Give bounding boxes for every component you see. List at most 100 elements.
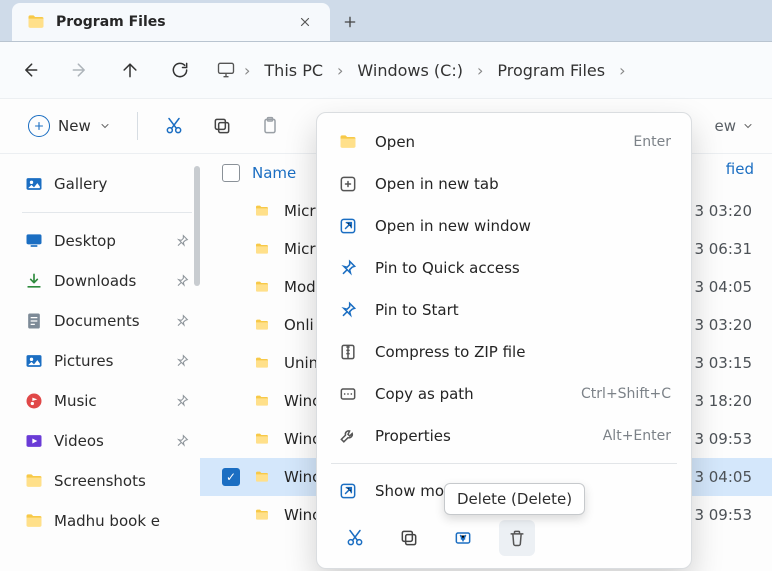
- tab-program-files[interactable]: Program Files: [12, 3, 330, 41]
- show-more-icon: [337, 480, 359, 502]
- file-date: 3 03:20: [694, 202, 752, 220]
- up-button[interactable]: [108, 50, 152, 90]
- plus-circle-icon: [28, 115, 50, 137]
- chevron-down-icon: [99, 120, 111, 132]
- sidebar-item-label: Music: [54, 392, 97, 410]
- external-icon: [337, 215, 359, 237]
- crumb-this-pc[interactable]: This PC: [258, 57, 329, 84]
- ctx-item-label: Pin to Start: [375, 301, 459, 319]
- nav-row: › This PC › Windows (C:) › Program Files…: [0, 42, 772, 98]
- pin-icon[interactable]: [174, 353, 190, 369]
- file-date: 3 09:53: [694, 506, 752, 524]
- ctx-item-label: Copy as path: [375, 385, 474, 403]
- separator: [22, 212, 192, 213]
- crumb-program-files[interactable]: Program Files: [491, 57, 611, 84]
- column-header-name[interactable]: Name: [252, 164, 296, 182]
- ctx-copy-button[interactable]: [391, 520, 427, 556]
- sidebar-item-screenshots[interactable]: Screenshots: [18, 461, 196, 501]
- breadcrumb: › This PC › Windows (C:) › Program Files…: [208, 57, 630, 84]
- view-button[interactable]: ew: [715, 117, 755, 135]
- ctx-shortcut: Ctrl+Shift+C: [581, 386, 671, 402]
- path-icon: [337, 383, 359, 405]
- newtab-icon: [337, 173, 359, 195]
- chevron-right-icon: ›: [333, 61, 347, 80]
- select-all-checkbox[interactable]: [222, 164, 240, 182]
- row-checkbox[interactable]: ✓: [222, 468, 240, 486]
- folder-icon: [24, 471, 44, 491]
- pin-icon[interactable]: [174, 433, 190, 449]
- sidebar-item-label: Pictures: [54, 352, 113, 370]
- ctx-rename-button[interactable]: [445, 520, 481, 556]
- file-date: 3 03:15: [694, 354, 752, 372]
- ctx-delete-button[interactable]: [499, 520, 535, 556]
- sidebar-item-pictures[interactable]: Pictures: [18, 341, 196, 381]
- folder-icon: [252, 393, 272, 409]
- sidebar-item-music[interactable]: Music: [18, 381, 196, 421]
- refresh-button[interactable]: [158, 50, 202, 90]
- sidebar-item-label: Madhu book e: [54, 512, 160, 530]
- sidebar-item-label: Downloads: [54, 272, 136, 290]
- ctx-shortcut: Enter: [633, 134, 671, 150]
- ctx-pin-to-start[interactable]: Pin to Start: [323, 289, 685, 331]
- close-icon[interactable]: [294, 11, 316, 33]
- new-label: New: [58, 117, 91, 135]
- folder-icon: [252, 317, 272, 333]
- new-tab-button[interactable]: [330, 3, 370, 41]
- folder-icon: [24, 511, 44, 531]
- column-header-date[interactable]: fied: [726, 160, 754, 178]
- videos-icon: [24, 431, 44, 451]
- sidebar-item-downloads[interactable]: Downloads: [18, 261, 196, 301]
- ctx-pin-to-quick-access[interactable]: Pin to Quick access: [323, 247, 685, 289]
- gallery-icon: [24, 174, 44, 194]
- paste-button[interactable]: [250, 106, 290, 146]
- pin-icon: [337, 299, 359, 321]
- ctx-item-label: Compress to ZIP file: [375, 343, 525, 361]
- ctx-open[interactable]: OpenEnter: [323, 121, 685, 163]
- ctx-item-label: Show mo: [375, 482, 444, 500]
- separator: [331, 463, 677, 464]
- pictures-icon: [24, 351, 44, 371]
- ctx-copy-as-path[interactable]: Copy as path Ctrl+Shift+C: [323, 373, 685, 415]
- desktop-icon: [24, 231, 44, 251]
- monitor-icon[interactable]: [216, 60, 236, 80]
- folder-icon: [26, 12, 46, 32]
- copy-button[interactable]: [202, 106, 242, 146]
- pin-icon[interactable]: [174, 313, 190, 329]
- ctx-open-in-new-tab[interactable]: Open in new tab: [323, 163, 685, 205]
- sidebar-item-desktop[interactable]: Desktop: [18, 221, 196, 261]
- sidebar-item-documents[interactable]: Documents: [18, 301, 196, 341]
- ctx-compress-to-zip-file[interactable]: Compress to ZIP file: [323, 331, 685, 373]
- pin-icon[interactable]: [174, 233, 190, 249]
- chevron-right-icon: ›: [240, 61, 254, 80]
- crumb-windows-c[interactable]: Windows (C:): [351, 57, 469, 84]
- ctx-item-label: Properties: [375, 427, 451, 445]
- file-date: 3 03:20: [694, 316, 752, 334]
- folder-icon: [252, 279, 272, 295]
- ctx-icon-row: [323, 512, 685, 558]
- chevron-right-icon: ›: [473, 61, 487, 80]
- ctx-cut-button[interactable]: [337, 520, 373, 556]
- ctx-properties[interactable]: PropertiesAlt+Enter: [323, 415, 685, 457]
- sidebar-item-gallery[interactable]: Gallery: [18, 164, 196, 204]
- sidebar-item-label: Videos: [54, 432, 104, 450]
- forward-button[interactable]: [58, 50, 102, 90]
- pin-icon[interactable]: [174, 393, 190, 409]
- back-button[interactable]: [8, 50, 52, 90]
- new-button[interactable]: New: [18, 109, 121, 143]
- zip-icon: [337, 341, 359, 363]
- pin-icon[interactable]: [174, 273, 190, 289]
- sidebar-item-label: Gallery: [54, 175, 107, 193]
- sidebar-item-madhu-book-e[interactable]: Madhu book e: [18, 501, 196, 541]
- ctx-item-label: Open in new window: [375, 217, 531, 235]
- ctx-item-label: Pin to Quick access: [375, 259, 520, 277]
- sidebar-item-label: Documents: [54, 312, 140, 330]
- ctx-open-in-new-window[interactable]: Open in new window: [323, 205, 685, 247]
- sidebar: Gallery Desktop Downloads Documents Picture…: [0, 154, 200, 571]
- sidebar-item-videos[interactable]: Videos: [18, 421, 196, 461]
- file-date: 3 04:05: [694, 468, 752, 486]
- cut-button[interactable]: [154, 106, 194, 146]
- file-date: 3 09:53: [694, 430, 752, 448]
- file-date: 3 04:05: [694, 278, 752, 296]
- folder-icon: [252, 203, 272, 219]
- tooltip: Delete (Delete): [444, 483, 585, 515]
